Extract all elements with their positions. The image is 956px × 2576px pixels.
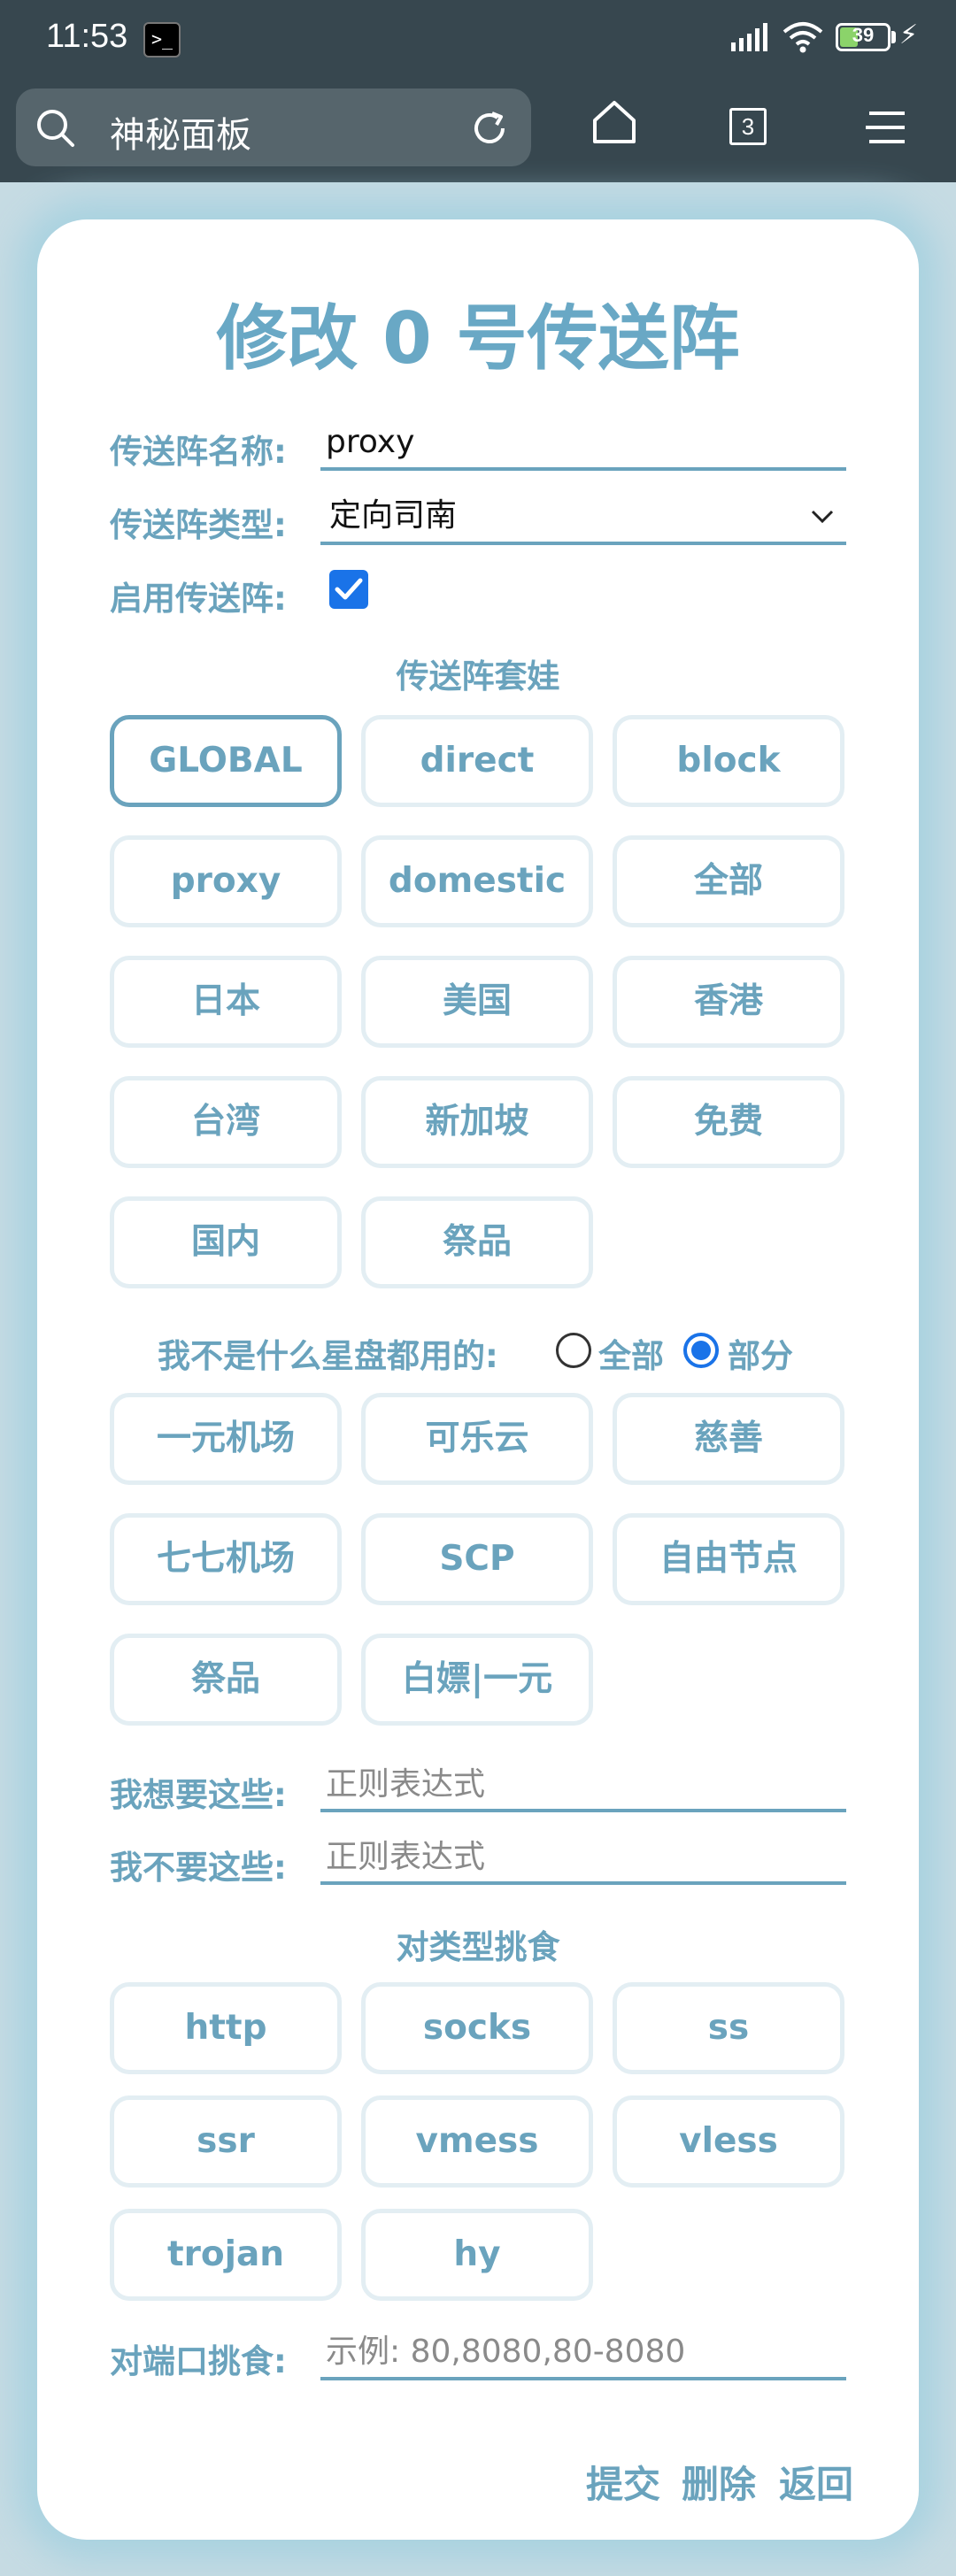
type-select[interactable]: 定向司南 [320,492,846,545]
name-label: 传送阵名称: [110,433,287,471]
battery-icon: 39 [836,23,890,51]
radio-partial[interactable] [683,1333,719,1368]
nesting-chip[interactable]: 国内 [110,1196,342,1288]
nesting-chip[interactable]: 香港 [613,956,844,1048]
nesting-chip[interactable]: 新加坡 [361,1076,593,1168]
airport-chip[interactable]: 一元机场 [110,1393,342,1485]
type-label: 传送阵类型: [110,506,287,544]
battery-level: 39 [852,24,875,46]
nesting-chip[interactable]: 美国 [361,956,593,1048]
protocol-chip[interactable]: ss [613,1982,844,2074]
enable-checkbox[interactable] [329,570,368,609]
nesting-chip[interactable]: 全部 [613,835,844,927]
wifi-icon [783,22,823,53]
airport-filter-label: 我不是什么星盘都用的: [158,1337,498,1375]
tabs-button[interactable]: 3 [729,108,767,145]
want-regex-input[interactable] [320,1759,846,1812]
airport-chip[interactable]: SCP [361,1513,593,1605]
airport-chip[interactable]: 自由节点 [613,1513,844,1605]
protocol-chip[interactable]: vmess [361,2095,593,2188]
airport-chip[interactable]: 可乐云 [361,1393,593,1485]
page-title: 修改 0 号传送阵 [216,297,740,380]
status-bar: 11:53 >_ 39 ⚡ [0,0,956,80]
nesting-chip[interactable]: proxy [110,835,342,927]
page-title-address: 神秘面板 [110,115,251,156]
nesting-chip[interactable]: GLOBAL [110,715,342,807]
submit-button[interactable]: 提交 [586,2455,660,2509]
form-card: 修改 0 号传送阵 传送阵名称: 传送阵类型: 定向司南 启用传送阵: 传送阵套… [37,219,919,2540]
enable-label: 启用传送阵: [110,580,287,618]
protocol-chip[interactable]: hy [361,2209,593,2301]
nesting-chip[interactable]: 祭品 [361,1196,593,1288]
nesting-title: 传送阵套娃 [396,657,560,696]
search-icon [37,110,74,147]
airport-chip[interactable]: 白嫖|一元 [361,1634,593,1726]
browser-toolbar: 神秘面板 3 [0,80,956,182]
protocol-chip[interactable]: http [110,1982,342,2074]
nesting-chip[interactable]: 免费 [613,1076,844,1168]
nesting-chip[interactable]: 日本 [110,956,342,1048]
nesting-chip[interactable]: 台湾 [110,1076,342,1168]
nesting-chip[interactable]: block [613,715,844,807]
nesting-chip[interactable]: domestic [361,835,593,927]
radio-all[interactable] [556,1333,591,1368]
protocol-chip[interactable]: trojan [110,2209,342,2301]
reload-icon[interactable] [469,108,510,149]
name-input[interactable] [320,416,846,471]
address-bar[interactable]: 神秘面板 [16,88,531,166]
dont-want-regex-input[interactable] [320,1832,846,1885]
protocol-chip[interactable]: socks [361,1982,593,2074]
type-select-value: 定向司南 [329,497,458,534]
battery-tip [891,31,896,43]
protocol-chip[interactable]: ssr [110,2095,342,2188]
port-label: 对端口挑食: [110,2342,287,2380]
checkmark-icon [335,578,363,600]
want-label: 我想要这些: [110,1776,287,1814]
chevron-down-icon [811,510,834,524]
protocol-title: 对类型挑食 [396,1928,560,1966]
airport-chip[interactable]: 祭品 [110,1634,342,1726]
airport-chip[interactable]: 七七机场 [110,1513,342,1605]
dont-want-label: 我不要这些: [110,1849,287,1887]
back-button[interactable]: 返回 [779,2455,853,2509]
terminal-icon: >_ [143,22,181,58]
protocol-chip[interactable]: vless [613,2095,844,2188]
delete-button[interactable]: 删除 [682,2455,756,2509]
port-input[interactable] [320,2326,846,2380]
nesting-chip[interactable]: direct [361,715,593,807]
radio-all-label: 全部 [598,1337,664,1375]
radio-partial-label: 部分 [728,1337,793,1375]
airport-chip[interactable]: 慈善 [613,1393,844,1485]
status-time: 11:53 [46,18,128,55]
menu-icon[interactable] [864,110,906,145]
charging-icon: ⚡ [899,19,919,50]
home-icon[interactable] [591,99,637,145]
signal-icon [731,23,767,51]
